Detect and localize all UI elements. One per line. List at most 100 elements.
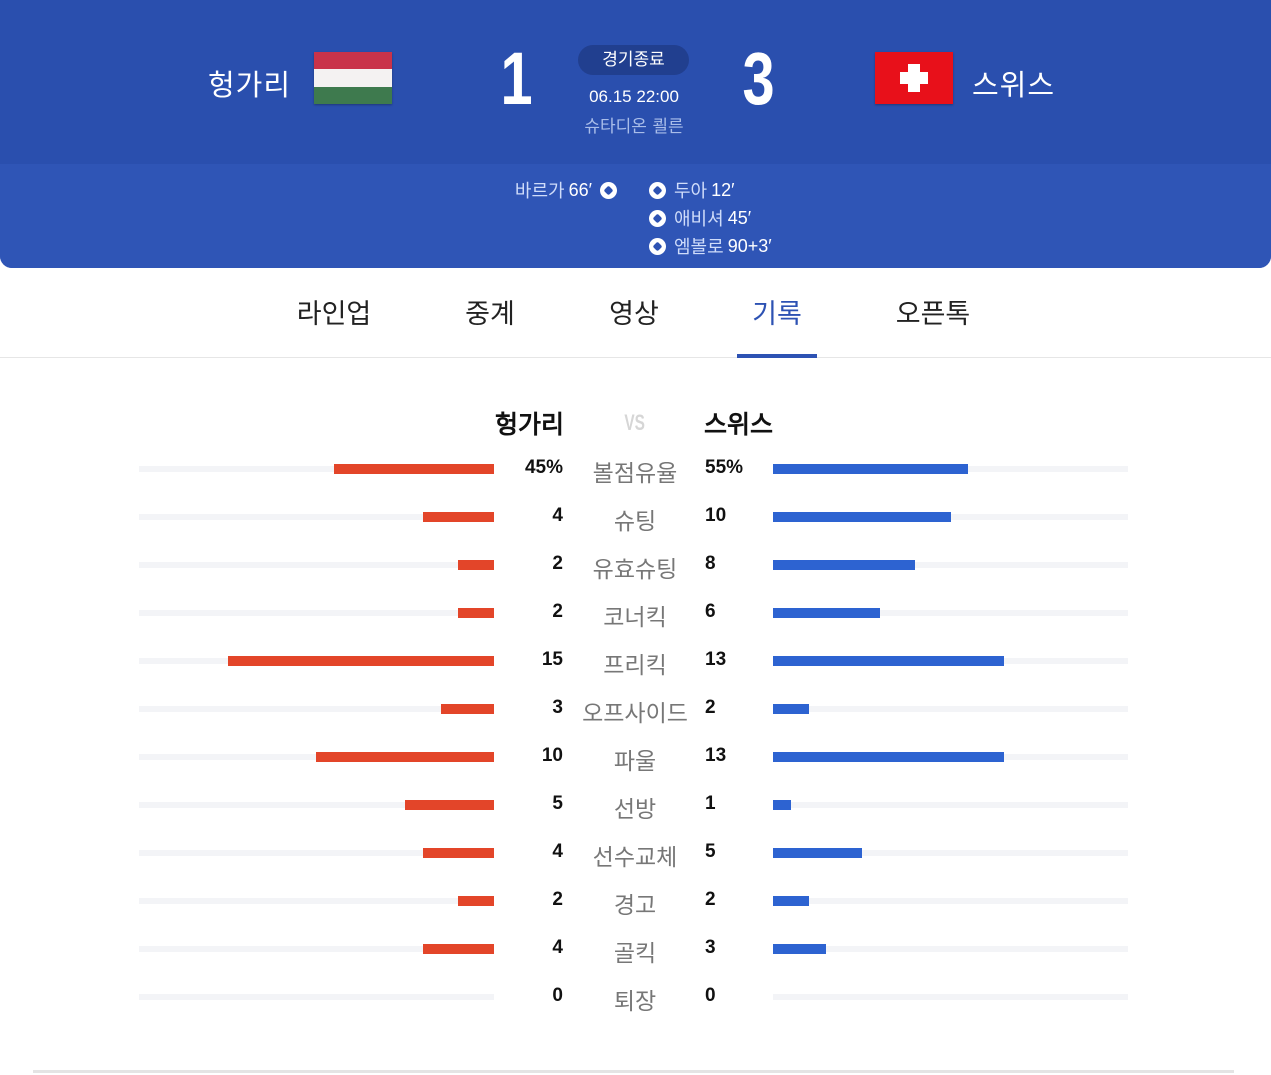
home-stat-bar [441,704,494,714]
stat-row: 0 퇴장 0 [0,974,1271,1022]
tab-broadcast[interactable]: 중계 [435,292,545,331]
soccer-ball-icon [649,181,666,199]
stat-row: 15 프리킥 13 [0,638,1271,686]
away-stat-bar [773,752,1004,762]
away-stat-bar [773,656,1004,666]
away-stat-track [773,464,1128,474]
away-stat-track [773,560,1128,570]
hungary-flag-icon[interactable] [314,52,392,104]
away-stat-track [773,896,1128,906]
goal-minute: 12′ [711,179,735,200]
home-stat-track [139,608,494,618]
home-stat-track [139,848,494,858]
goal-minute: 45′ [727,207,752,228]
home-stat-bar [423,944,494,954]
away-stat-track [773,704,1128,714]
away-stat-value: 6 [705,601,716,622]
away-stat-value: 2 [705,697,716,718]
tab-open-talk[interactable]: 오픈톡 [878,292,988,331]
tab-lineup[interactable]: 라인업 [279,292,389,331]
stat-label: 슈팅 [613,509,657,535]
goal-minute: 66′ [568,179,592,200]
soccer-ball-icon [649,209,666,227]
away-goal-item: 애비셔 45′ [649,204,772,232]
match-header: 헝가리 1 경기종료 06.15 22:00 슈타디온 쾰른 3 스위스 바르가… [0,0,1271,268]
stats-home-team: 헝가리 [494,410,564,439]
stat-label: 선수교체 [592,845,678,871]
switzerland-flag-icon[interactable] [875,52,953,104]
stat-row: 4 선수교체 5 [0,830,1271,878]
home-stat-track [139,944,494,954]
away-stat-bar [773,512,951,522]
home-goals-list: 바르가 66′ [515,176,617,204]
stat-row: 2 경고 2 [0,878,1271,926]
match-status-badge: 경기종료 [578,45,689,75]
away-stat-value: 8 [705,553,716,574]
match-datetime: 06.15 22:00 [589,87,679,106]
away-stat-track [773,512,1128,522]
stat-row: 4 골킥 3 [0,926,1271,974]
away-stat-bar [773,464,968,474]
stats-away-team: 스위스 [704,410,774,439]
home-stat-bar [423,848,494,858]
stat-label: 오프사이드 [582,701,688,727]
away-stat-track [773,944,1128,954]
stat-label: 퇴장 [613,989,657,1015]
away-goals-list: 두아 12′ 애비셔 45′ 엠볼로 90+3′ [649,176,772,260]
away-stat-bar [773,704,809,714]
home-stat-track [139,512,494,522]
soccer-ball-icon [649,237,666,255]
home-stat-track [139,464,494,474]
stat-row: 5 선방 1 [0,782,1271,830]
tab-record[interactable]: 기록 [722,292,832,331]
home-stat-track [139,994,494,1000]
home-stat-bar [405,800,494,810]
away-stat-value: 55% [705,457,744,478]
away-stat-track [773,608,1128,618]
goal-scorer-name: 두아 [674,181,708,202]
home-stat-track [139,704,494,714]
away-stat-bar [773,608,880,618]
home-stat-track [139,800,494,810]
away-goal-item: 엠볼로 90+3′ [649,232,772,260]
scoreboard [0,0,1271,164]
goal-scorers-panel [0,164,1271,268]
away-stat-value: 0 [705,985,716,1006]
home-stat-bar [458,560,494,570]
divider [33,1070,1234,1073]
stat-label: 선방 [613,797,657,823]
away-team-name[interactable]: 스위스 [972,62,1055,104]
home-stat-track [139,656,494,666]
home-stat-bar [334,464,494,474]
away-stat-track [773,752,1128,762]
home-stat-track [139,752,494,762]
stat-row: 2 코너킥 6 [0,590,1271,638]
tab-video[interactable]: 영상 [579,292,689,331]
stat-row: 45% 볼점유율 55% [0,446,1271,494]
away-stat-track [773,994,1128,1000]
goal-scorer-name: 애비셔 [674,209,724,230]
stat-label: 볼점유율 [592,461,678,487]
goal-minute: 90+3′ [727,235,772,256]
goal-scorer-name: 바르가 [514,181,565,202]
away-stat-track [773,800,1128,810]
soccer-ball-icon [600,181,617,199]
stat-row: 4 슈팅 10 [0,494,1271,542]
away-stat-value: 13 [705,745,727,766]
home-stat-bar [458,608,494,618]
home-team-name[interactable]: 헝가리 [208,62,291,104]
away-stat-value: 1 [705,793,716,814]
stat-label: 프리킥 [603,653,667,679]
away-stat-value: 13 [705,649,727,670]
tab-bar: 라인업 중계 영상 기록 오픈톡 [0,268,1271,358]
away-score: 3 [742,37,775,120]
home-stat-bar [316,752,494,762]
home-stat-track [139,560,494,570]
away-stat-track [773,848,1128,858]
vs-label: VS [624,410,645,435]
stat-row: 3 오프사이드 2 [0,686,1271,734]
away-stat-bar [773,896,809,906]
home-score: 1 [500,37,533,120]
away-stat-bar [773,944,826,954]
stat-label: 유효슈팅 [592,557,678,583]
